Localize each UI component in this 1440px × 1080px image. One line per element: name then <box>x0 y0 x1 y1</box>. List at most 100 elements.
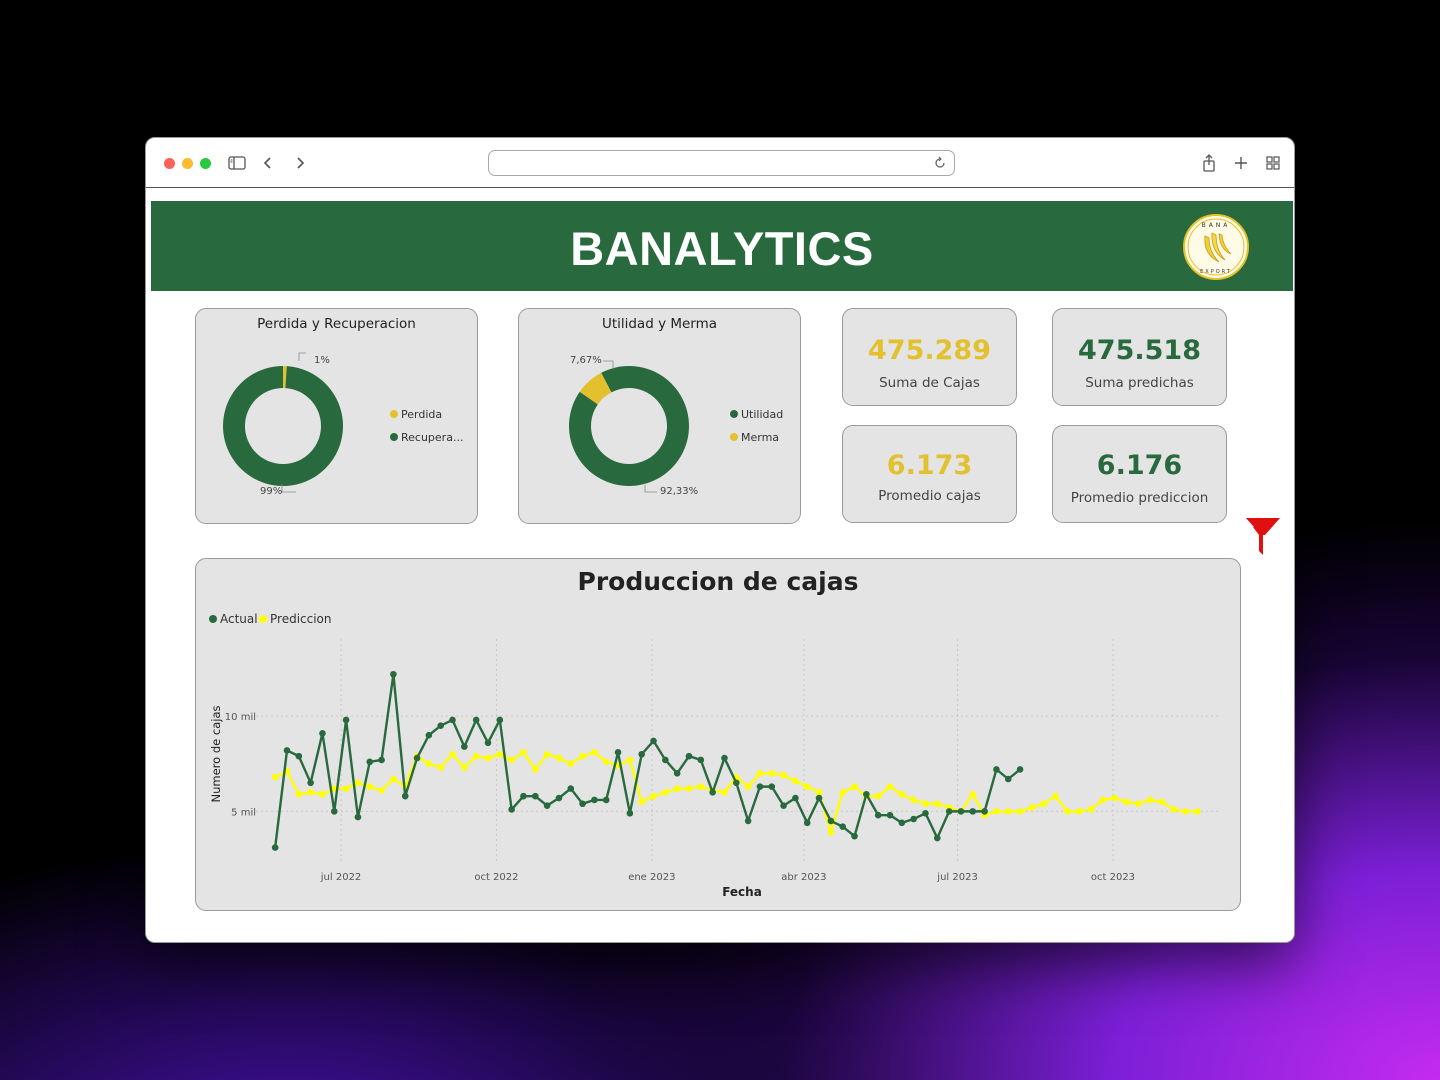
minimize-window-button[interactable] <box>182 158 193 169</box>
data-point-actual <box>390 670 397 678</box>
data-point-prediccion <box>827 829 835 836</box>
legend-item-merma[interactable]: Merma <box>730 431 779 444</box>
data-point-prediccion <box>543 750 551 758</box>
new-tab-icon[interactable] <box>1229 151 1253 175</box>
data-point-prediccion <box>472 752 480 760</box>
data-point-prediccion <box>449 750 456 758</box>
data-point-prediccion <box>591 749 598 756</box>
dashboard-title: BANALYTICS <box>570 222 874 275</box>
browser-toolbar <box>146 138 1294 188</box>
data-point-prediccion <box>839 789 847 796</box>
data-point-prediccion <box>531 766 539 773</box>
address-bar[interactable] <box>488 150 955 176</box>
data-point-actual <box>732 779 740 787</box>
data-point-prediccion <box>626 756 634 764</box>
legend-item-utilidad[interactable]: Utilidad <box>730 408 783 421</box>
data-point-actual <box>602 796 610 804</box>
data-point-prediccion <box>922 800 929 808</box>
data-point-prediccion <box>1004 808 1012 815</box>
data-point-actual <box>993 766 1000 773</box>
data-point-actual <box>614 749 622 756</box>
svg-text:EXPORT: EXPORT <box>1200 269 1232 275</box>
data-point-actual <box>815 794 823 802</box>
data-point-actual <box>792 794 799 802</box>
x-tick-label: oct 2023 <box>1091 872 1135 883</box>
data-point-actual <box>425 731 433 739</box>
legend-item-perdida[interactable]: Perdida <box>390 408 442 421</box>
data-point-prediccion <box>721 789 728 796</box>
dashboard-header: BANALYTICS BANA EXPORT <box>151 201 1293 291</box>
data-point-actual <box>271 844 279 851</box>
data-point-actual <box>851 832 858 840</box>
svg-text:BANA: BANA <box>1202 222 1231 229</box>
data-point-prediccion <box>685 785 693 792</box>
kpi-value: 475.518 <box>1078 335 1201 366</box>
data-point-prediccion <box>1146 796 1154 804</box>
data-point-prediccion <box>1075 808 1083 815</box>
kpi-label: Suma predichas <box>1085 375 1194 391</box>
data-point-prediccion <box>1016 808 1024 815</box>
data-point-actual <box>342 716 350 724</box>
data-point-actual <box>319 729 326 737</box>
data-point-actual <box>366 758 374 766</box>
profit-percent-label: 92,33% <box>660 486 699 497</box>
data-point-prediccion <box>969 790 977 798</box>
data-point-actual <box>662 756 669 764</box>
data-point-prediccion <box>579 752 586 760</box>
data-point-actual <box>874 811 882 819</box>
data-point-prediccion <box>662 789 669 796</box>
data-point-prediccion <box>1194 808 1201 815</box>
forward-icon[interactable] <box>288 151 312 175</box>
profit-waste-card: Utilidad y Merma 7,67% 92,33% Utilidad M… <box>518 308 801 524</box>
data-point-prediccion <box>520 749 527 756</box>
waste-percent-label: 7,67% <box>570 355 602 366</box>
data-point-actual <box>827 817 835 825</box>
data-point-actual <box>981 808 988 815</box>
data-point-prediccion <box>650 792 657 800</box>
data-point-actual <box>520 792 527 800</box>
kpi-value: 6.176 <box>1096 450 1183 481</box>
share-icon[interactable] <box>1197 151 1221 175</box>
data-point-prediccion <box>602 758 610 766</box>
y-axis-label: Numero de cajas <box>209 706 223 803</box>
data-point-prediccion <box>851 783 858 790</box>
legend-item-recuperacion[interactable]: Recupera... <box>390 431 463 444</box>
kpi-card-avg-prediction: 6.176 Promedio prediccion <box>1052 425 1227 523</box>
data-point-actual <box>579 800 586 808</box>
data-point-prediccion <box>933 800 941 808</box>
y-tick-label: 5 mil <box>231 807 256 818</box>
kpi-card-avg-boxes: 6.173 Promedio cajas <box>842 425 1017 523</box>
data-point-actual <box>780 802 787 809</box>
data-point-actual <box>839 823 847 830</box>
legend-dot <box>730 433 738 441</box>
data-point-actual <box>1016 766 1024 773</box>
filter-icon[interactable] <box>1241 517 1281 557</box>
data-point-actual <box>295 752 303 760</box>
y-tick-label: 10 mil <box>225 712 256 723</box>
data-point-actual <box>531 792 539 800</box>
data-point-prediccion <box>425 760 433 768</box>
data-point-actual <box>1004 775 1012 783</box>
data-point-prediccion <box>1028 804 1036 811</box>
series-line-actual <box>273 673 1021 848</box>
data-point-prediccion <box>555 754 563 762</box>
data-point-actual <box>567 785 575 792</box>
data-point-prediccion <box>295 790 303 798</box>
x-tick-label: jul 2022 <box>320 872 362 883</box>
data-point-actual <box>378 756 385 764</box>
zoom-window-button[interactable] <box>200 158 211 169</box>
data-point-actual <box>898 819 906 827</box>
close-window-button[interactable] <box>164 158 175 169</box>
data-point-actual <box>330 808 338 815</box>
back-icon[interactable] <box>256 151 280 175</box>
data-point-actual <box>650 737 657 745</box>
tab-overview-icon[interactable] <box>1261 151 1285 175</box>
data-point-actual <box>957 808 965 815</box>
data-point-prediccion <box>1040 800 1048 808</box>
data-point-prediccion <box>792 777 799 785</box>
sidebar-icon[interactable] <box>225 151 249 175</box>
reload-icon[interactable] <box>933 155 949 171</box>
data-point-actual <box>626 809 634 817</box>
kpi-label: Promedio prediccion <box>1070 490 1209 506</box>
data-point-prediccion <box>1182 808 1189 815</box>
